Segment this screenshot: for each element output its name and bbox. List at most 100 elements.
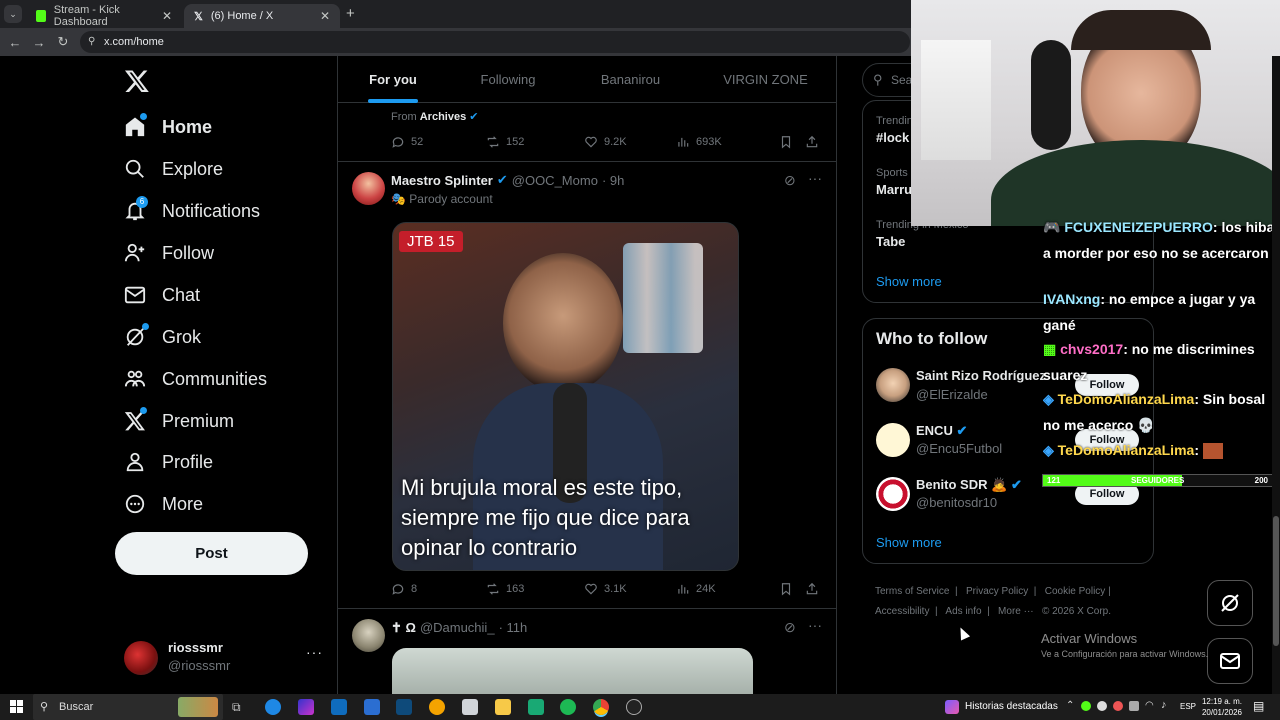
post-media[interactable]	[392, 648, 753, 694]
share-icon[interactable]	[805, 135, 825, 149]
notification-center-icon[interactable]: ▤	[1253, 699, 1264, 713]
spotify-icon[interactable]	[560, 699, 576, 715]
share-icon[interactable]	[805, 582, 825, 596]
tray-app-icon[interactable]	[1097, 701, 1107, 711]
notepad-icon[interactable]	[462, 699, 478, 715]
reply-button[interactable]: 8	[391, 582, 486, 596]
task-view-icon[interactable]: ⧉	[232, 699, 248, 715]
obs-icon[interactable]	[626, 699, 642, 715]
language-indicator[interactable]: ESP	[1180, 702, 1196, 711]
close-tab-icon[interactable]: ✕	[320, 9, 330, 23]
forward-icon[interactable]: →	[27, 35, 51, 50]
chrome-icon[interactable]	[593, 699, 609, 715]
close-tab-icon[interactable]: ✕	[162, 9, 172, 23]
author-name[interactable]: ✝ Ω	[391, 620, 416, 636]
footer-link[interactable]: More ···	[998, 606, 1034, 617]
author-handle[interactable]: @OOC_Momo	[512, 173, 598, 188]
grok-fab[interactable]	[1207, 580, 1253, 626]
avatar[interactable]	[352, 172, 385, 205]
post-video[interactable]: JTB 15 Mi brujula moral es este tipo, si…	[392, 222, 739, 571]
avatar[interactable]	[876, 368, 910, 402]
more-dots-icon[interactable]: ···	[808, 617, 822, 633]
post-button[interactable]: Post	[115, 532, 308, 575]
nav-follow[interactable]: Follow	[124, 233, 214, 273]
site-info-icon[interactable]: ⚲	[88, 31, 95, 53]
trend-item[interactable]: Trendin #lock	[876, 115, 913, 145]
reply-button[interactable]: 52	[391, 135, 486, 149]
tab-x-home[interactable]: 𝕏 (6) Home / X ✕	[184, 4, 340, 28]
footer-link[interactable]: Terms of Service	[875, 586, 949, 597]
file-explorer-icon[interactable]	[495, 699, 511, 715]
news-widget-label[interactable]: Historias destacadas	[965, 701, 1058, 712]
tab-for-you[interactable]: For you	[348, 56, 438, 103]
suggestion-name[interactable]: Benito SDR	[916, 477, 988, 492]
tab-bananirou[interactable]: Bananirou	[578, 56, 683, 103]
tab-following[interactable]: Following	[458, 56, 558, 103]
like-button[interactable]: 9.2K	[584, 135, 676, 149]
views-button[interactable]: 24K	[676, 582, 779, 596]
show-more-link[interactable]: Show more	[876, 535, 942, 550]
nav-chat[interactable]: Chat	[124, 275, 200, 315]
author-name[interactable]: Maestro Splinter	[391, 173, 493, 188]
nav-profile[interactable]: Profile	[124, 442, 213, 482]
grok-actions-icon[interactable]: ⊘	[784, 619, 796, 636]
copilot-icon[interactable]	[298, 699, 314, 715]
volume-icon[interactable]: ♪	[1161, 699, 1167, 711]
suggestion-name[interactable]: Saint Rizo Rodríguez	[916, 368, 1046, 383]
back-icon[interactable]: ←	[3, 35, 27, 50]
x-logo-icon[interactable]	[124, 68, 150, 94]
app-icon[interactable]	[528, 699, 544, 715]
source-name[interactable]: Archives	[420, 111, 466, 123]
grok-actions-icon[interactable]: ⊘	[784, 172, 796, 189]
edge-icon[interactable]	[265, 699, 281, 715]
nav-more[interactable]: More	[124, 484, 203, 524]
more-dots-icon[interactable]: ···	[306, 644, 323, 660]
nav-explore[interactable]: Explore	[124, 149, 223, 189]
avatar[interactable]	[876, 477, 910, 511]
views-button[interactable]: 693K	[676, 135, 779, 149]
scrollbar-thumb[interactable]	[1273, 516, 1279, 646]
footer-link[interactable]: Accessibility	[875, 606, 929, 617]
tab-search-button[interactable]: ⌄	[4, 5, 22, 23]
tray-app-icon[interactable]	[1113, 701, 1123, 711]
bookmark-icon[interactable]	[779, 582, 805, 596]
tab-kick-dashboard[interactable]: Stream - Kick Dashboard ✕	[26, 4, 182, 28]
tray-app-icon[interactable]	[1081, 701, 1091, 711]
tray-overflow-icon[interactable]: ⌃	[1066, 700, 1074, 711]
nav-grok[interactable]: Grok	[124, 317, 201, 357]
trend-item[interactable]: Sports Marru	[876, 167, 912, 197]
footer-link[interactable]: Ads info	[945, 606, 981, 617]
nav-communities[interactable]: Communities	[124, 359, 267, 399]
store-icon[interactable]	[364, 699, 380, 715]
repost-button[interactable]: 152	[486, 135, 584, 149]
news-widget-icon[interactable]	[945, 700, 959, 714]
tray-app-icon[interactable]	[1129, 701, 1139, 711]
scrollbar[interactable]	[1272, 56, 1280, 694]
post-time[interactable]: · 11h	[499, 620, 528, 636]
outlook-icon[interactable]	[331, 699, 347, 715]
nav-premium[interactable]: Premium	[124, 401, 234, 441]
tab-virgin-zone[interactable]: VIRGIN ZONE	[708, 56, 823, 103]
suggestion-name[interactable]: ENCU	[916, 423, 953, 438]
post-time[interactable]: · 9h	[602, 173, 624, 188]
vscode-icon[interactable]	[396, 699, 412, 715]
avatar[interactable]	[876, 423, 910, 457]
account-switcher[interactable]: riosssmr @riosssmr ···	[124, 640, 334, 675]
wifi-icon[interactable]: ◠	[1145, 700, 1154, 711]
url-field[interactable]: ⚲ x.com/home	[80, 31, 910, 53]
avatar[interactable]	[352, 619, 385, 652]
footer-link[interactable]: Privacy Policy	[966, 586, 1028, 597]
repost-button[interactable]: 163	[486, 582, 584, 596]
author-handle[interactable]: @Damuchii_	[420, 620, 495, 636]
new-tab-icon[interactable]: +	[346, 5, 355, 22]
nav-home[interactable]: Home	[124, 107, 212, 147]
start-button[interactable]	[10, 700, 23, 713]
more-dots-icon[interactable]: ···	[808, 170, 822, 186]
like-button[interactable]: 3.1K	[584, 582, 676, 596]
nav-notifications[interactable]: Notifications 6	[124, 191, 260, 231]
taskbar-clock[interactable]: 12:19 a. m. 20/01/2026	[1200, 696, 1244, 718]
app-icon[interactable]	[429, 699, 445, 715]
show-more-link[interactable]: Show more	[876, 274, 942, 289]
footer-link[interactable]: Cookie Policy	[1045, 586, 1106, 597]
bookmark-icon[interactable]	[779, 135, 805, 149]
